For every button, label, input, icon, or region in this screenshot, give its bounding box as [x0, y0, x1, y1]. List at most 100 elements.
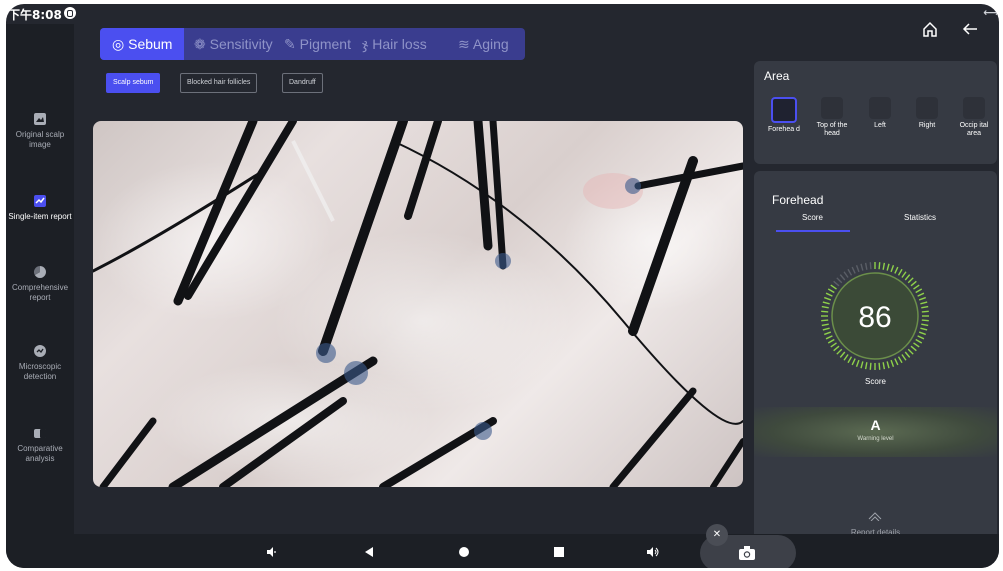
gauge-tick [843, 271, 849, 278]
gauge-tick [827, 288, 835, 294]
tab-sebum[interactable]: ◎ Sebum [100, 28, 185, 60]
gauge-tick [921, 310, 929, 313]
aging-icon: ≋ [458, 36, 473, 52]
gauge-tick [894, 266, 899, 274]
gauge-tick [921, 319, 929, 322]
sidebar-item-original-scalp-image[interactable]: Original scalp image [6, 112, 74, 150]
sidebar-item-microscopic-detection[interactable]: Microscopic detection [6, 344, 74, 382]
expand-icon: ⟷ [983, 6, 999, 19]
gauge-tick [890, 359, 895, 367]
gauge-tick [910, 280, 917, 287]
score-gauge: 86 [821, 262, 929, 370]
system-nav-bar [6, 534, 999, 568]
gauge-tick [836, 348, 843, 355]
area-item-left[interactable]: Left [862, 97, 898, 130]
gauge-tick [894, 358, 899, 366]
gauge-tick [901, 354, 907, 361]
back-arrow-icon[interactable] [961, 20, 979, 38]
area-item-top-of-head[interactable]: Top of the head [814, 97, 850, 138]
sidebar-item-label: Single-item report [8, 212, 72, 221]
chevron-up-icon[interactable] [868, 511, 882, 521]
area-item-right[interactable]: Right [909, 97, 945, 130]
gauge-tick [897, 356, 903, 364]
nav-back-icon[interactable] [362, 545, 376, 559]
tab-hair-loss[interactable]: ჯ Hair loss [362, 28, 427, 60]
gauge-tick [836, 277, 843, 284]
gauge-tick [913, 284, 920, 290]
head-forehead-icon [771, 97, 797, 123]
active-tab-indicator [776, 230, 850, 232]
gauge-tick [860, 361, 864, 369]
gauge-tick [869, 362, 872, 370]
tab-pigment[interactable]: ✎ Pigment [284, 28, 351, 60]
sidebar-item-label: Comparative analysis [17, 444, 63, 463]
scalp-image-drawing [93, 121, 743, 487]
gauge-tick [827, 338, 835, 344]
gauge-tick [915, 338, 923, 344]
pie-chart-icon [33, 266, 46, 278]
head-occipital-icon [963, 97, 985, 119]
gauge-tick [904, 274, 911, 281]
gauge-tick [855, 265, 860, 273]
status-bar: 下午8:08 ⟷ [6, 4, 999, 24]
gauge-tick [878, 262, 881, 270]
sidebar-item-label: Comprehensive report [11, 283, 69, 302]
gauge-tick [851, 358, 856, 366]
gauge-tick [860, 263, 864, 271]
tab-score[interactable]: Score [802, 213, 823, 222]
close-float-icon[interactable]: ✕ [706, 524, 728, 546]
camera-icon [739, 546, 755, 560]
gauge-tick [921, 323, 929, 327]
head-left-icon [869, 97, 891, 119]
gauge-tick [847, 268, 853, 276]
area-item-forehead[interactable]: Forehea d [766, 97, 802, 134]
gauge-tick [904, 351, 911, 358]
pigment-icon: ✎ [284, 36, 300, 52]
gauge-tick [890, 265, 895, 273]
home-icon[interactable] [921, 20, 939, 38]
gauge-tick [825, 335, 833, 340]
gauge-tick [824, 331, 832, 336]
nav-home-icon[interactable] [457, 545, 471, 559]
warning-grade: A [870, 417, 881, 433]
gauge-tick [830, 284, 837, 290]
gauge-tick [851, 266, 856, 274]
tab-statistics[interactable]: Statistics [904, 213, 936, 222]
trend-chart-icon [34, 195, 46, 207]
image-icon [34, 113, 46, 125]
chip-dandruff[interactable]: Dandruff [282, 73, 323, 93]
gauge-tick [833, 345, 840, 352]
notification-icon [64, 7, 76, 19]
gauge-tick [824, 296, 832, 301]
sensitivity-icon: ❁ [194, 36, 210, 52]
tab-aging[interactable]: ≋ Aging [458, 28, 509, 60]
volume-up-icon[interactable] [646, 545, 660, 559]
gauge-tick [886, 361, 890, 369]
tab-sensitivity[interactable]: ❁ Sensitivity [194, 28, 273, 60]
volume-down-icon[interactable] [265, 545, 279, 559]
gauge-tick [907, 277, 914, 284]
sidebar-item-comparative-analysis[interactable]: Comparative analysis [6, 426, 74, 464]
gauge-tick [886, 263, 890, 271]
gauge-tick [878, 362, 881, 370]
sidebar-item-single-item-report[interactable]: Single-item report [6, 194, 74, 222]
detail-title: Forehead [772, 193, 824, 207]
chip-scalp-sebum[interactable]: Scalp sebum [106, 73, 161, 93]
sidebar-item-comprehensive-report[interactable]: Comprehensive report [6, 265, 74, 303]
nav-recents-icon[interactable] [552, 545, 566, 559]
chip-blocked-hair-follicles[interactable]: Blocked hair follicles [180, 73, 258, 93]
gauge-tick [901, 271, 907, 278]
area-item-occipital[interactable]: Occip ital area [956, 97, 992, 138]
gauge-tick [839, 274, 846, 281]
hair-loss-icon: ჯ [362, 36, 373, 52]
gauge-tick [843, 354, 849, 361]
head-top-icon [821, 97, 843, 119]
gauge-tick [917, 292, 925, 297]
gauge-tick [864, 262, 868, 270]
sidebar-item-label: Original scalp image [15, 130, 65, 149]
gauge-tick [921, 305, 929, 309]
sidebar: Original scalp image Single-item report … [6, 24, 74, 534]
gauge-tick [839, 351, 846, 358]
detail-panel: Forehead Score Statistics 86 Score A War… [754, 171, 997, 541]
gauge-tick [915, 288, 923, 294]
